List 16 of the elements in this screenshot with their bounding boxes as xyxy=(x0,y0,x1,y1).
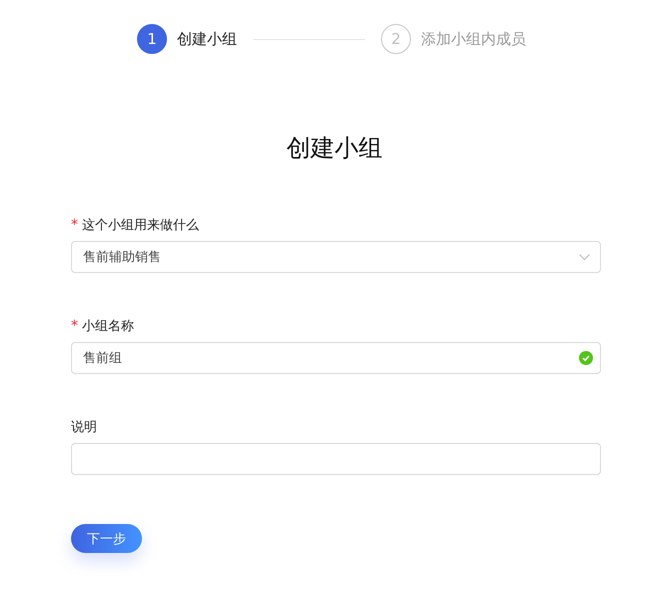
input-field[interactable]: 售前组 xyxy=(71,342,601,374)
required-mark: * xyxy=(71,318,78,334)
field-label: 说明 xyxy=(71,419,97,436)
page-title: 创建小组 xyxy=(286,133,384,164)
step-number: 2 xyxy=(381,24,411,54)
input-field[interactable] xyxy=(71,443,601,475)
step-label: 创建小组 xyxy=(177,30,237,48)
required-mark: * xyxy=(71,217,78,233)
select-field[interactable]: 售前辅助销售 xyxy=(71,241,601,273)
step-number: 1 xyxy=(137,24,167,54)
field-label: 小组名称 xyxy=(82,318,134,335)
check-icon xyxy=(579,351,593,365)
step-label: 添加小组内成员 xyxy=(421,30,526,48)
field-label: 这个小组用来做什么 xyxy=(82,217,199,234)
chevron-down-icon xyxy=(579,254,590,260)
next-button[interactable]: 下一步 xyxy=(71,524,142,553)
